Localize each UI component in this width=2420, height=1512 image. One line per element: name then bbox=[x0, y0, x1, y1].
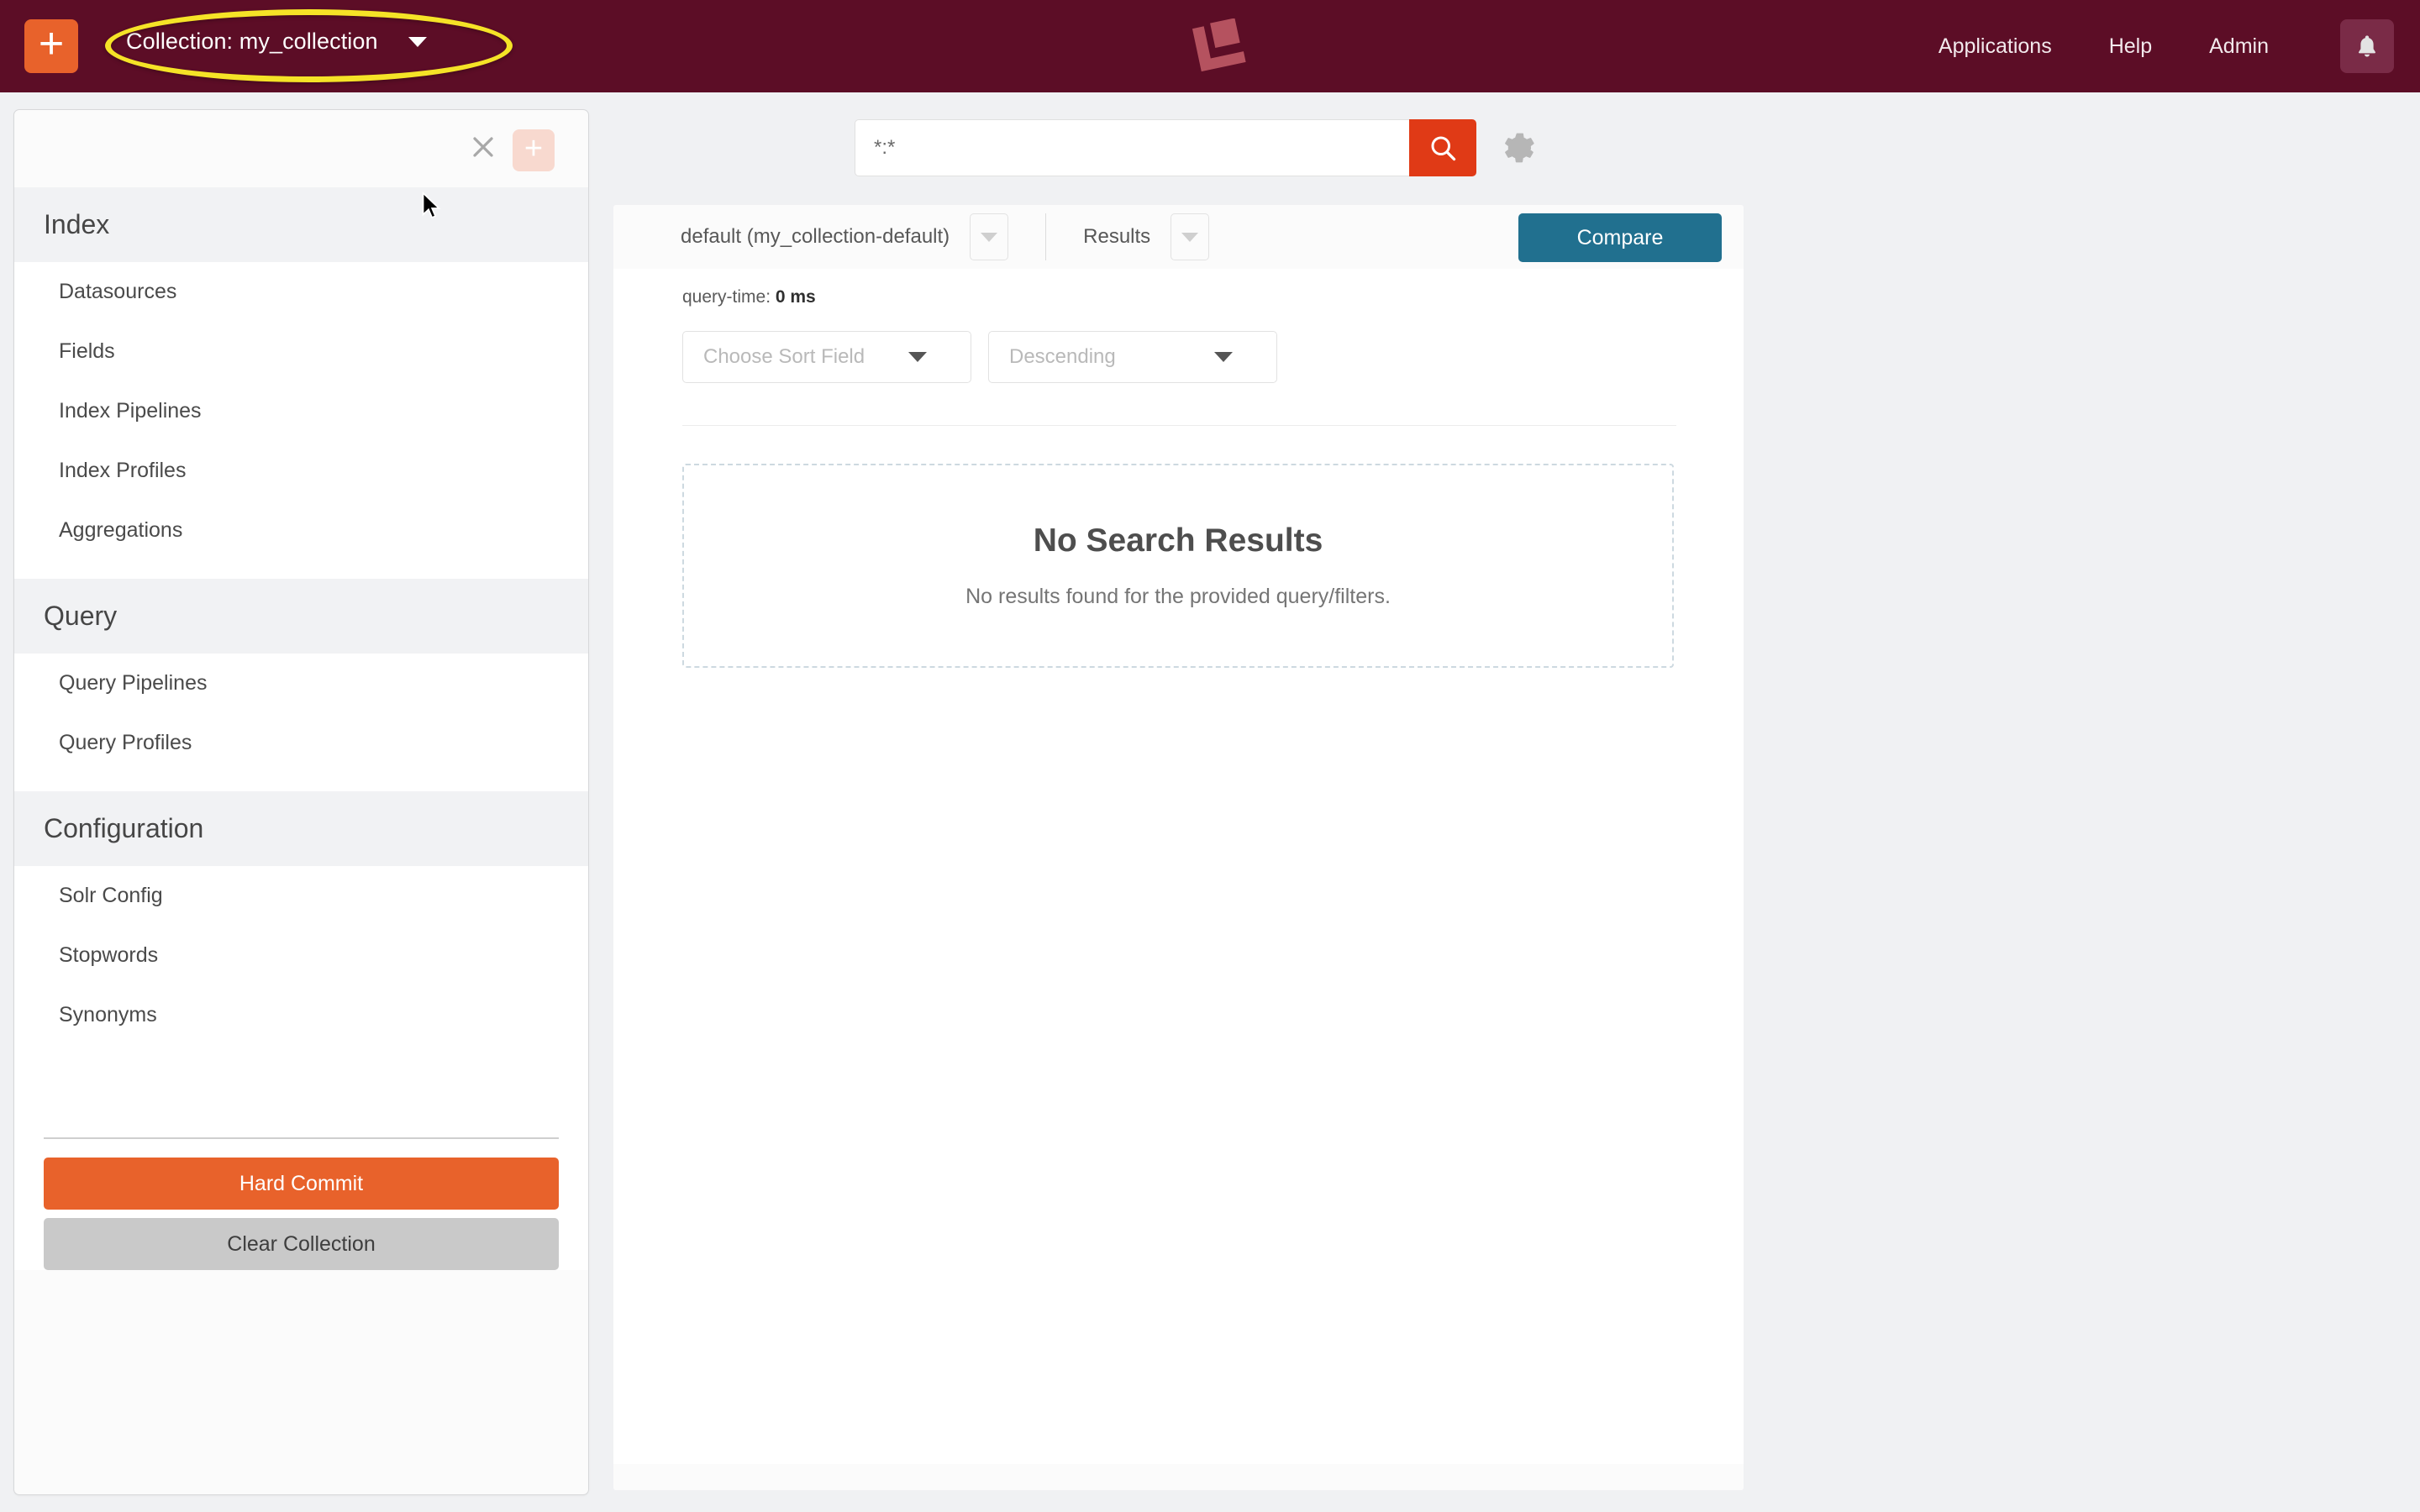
sidebar-section-header-configuration: Configuration bbox=[14, 791, 588, 866]
sort-direction-select[interactable]: Descending bbox=[988, 331, 1277, 383]
sidebar-header: + bbox=[14, 110, 588, 187]
chevron-down-icon bbox=[1214, 352, 1233, 362]
sidebar-item-query-profiles[interactable]: Query Profiles bbox=[14, 713, 588, 773]
compare-button[interactable]: Compare bbox=[1518, 213, 1722, 262]
bell-icon bbox=[2358, 35, 2376, 57]
sidebar-item-fields[interactable]: Fields bbox=[14, 322, 588, 381]
plus-icon: + bbox=[38, 19, 65, 68]
sidebar-close-button[interactable] bbox=[465, 129, 502, 165]
search-bar bbox=[855, 119, 1539, 176]
sidebar-section-body-index: Datasources Fields Index Pipelines Index… bbox=[14, 262, 588, 579]
sidebar-section-header-query: Query bbox=[14, 579, 588, 654]
no-results-title: No Search Results bbox=[1033, 522, 1323, 559]
collection-selector-label: Collection: my_collection bbox=[126, 29, 378, 54]
lucidworks-logo bbox=[1192, 18, 1246, 72]
sidebar-actions: Hard Commit Clear Collection bbox=[14, 1139, 588, 1270]
sort-field-value: Choose Sort Field bbox=[703, 345, 865, 368]
search-submit-button[interactable] bbox=[1409, 119, 1476, 176]
sidebar-item-index-pipelines[interactable]: Index Pipelines bbox=[14, 381, 588, 441]
query-time-value: 0 ms bbox=[775, 287, 816, 307]
notifications-button[interactable] bbox=[2340, 19, 2394, 73]
sort-controls: Choose Sort Field Descending bbox=[682, 331, 1277, 383]
no-results-placeholder: No Search Results No results found for t… bbox=[682, 464, 1674, 668]
collection-sidebar-panel: + Index Datasources Fields Index Pipelin… bbox=[13, 109, 589, 1495]
sidebar-add-button[interactable]: + bbox=[513, 129, 555, 171]
sidebar-item-synonyms[interactable]: Synonyms bbox=[14, 985, 588, 1045]
results-toolbar: default (my_collection-default) Results … bbox=[613, 205, 1744, 269]
nav-links: Applications Help Admin bbox=[1939, 0, 2269, 92]
toolbar-divider bbox=[1045, 213, 1047, 260]
results-view-label: Results bbox=[1083, 225, 1151, 248]
sort-field-select[interactable]: Choose Sort Field bbox=[682, 331, 971, 383]
no-results-subtitle: No results found for the provided query/… bbox=[965, 585, 1391, 608]
sidebar-item-datasources[interactable]: Datasources bbox=[14, 262, 588, 322]
chevron-down-icon bbox=[981, 232, 998, 242]
chevron-down-icon bbox=[908, 352, 927, 362]
plus-icon: + bbox=[523, 131, 544, 166]
sidebar-section-header-index: Index bbox=[14, 187, 588, 262]
sidebar-item-solr-config[interactable]: Solr Config bbox=[14, 866, 588, 926]
results-body: query-time: 0 ms Choose Sort Field Desce… bbox=[613, 269, 1744, 1464]
chevron-down-icon bbox=[1181, 232, 1199, 242]
sidebar-section-body-configuration: Solr Config Stopwords Synonyms bbox=[14, 866, 588, 1045]
sidebar-item-stopwords[interactable]: Stopwords bbox=[14, 926, 588, 985]
nav-link-admin[interactable]: Admin bbox=[2209, 34, 2269, 59]
create-new-button[interactable]: + bbox=[24, 19, 78, 73]
sidebar-item-aggregations[interactable]: Aggregations bbox=[14, 501, 588, 560]
search-results-panel: default (my_collection-default) Results … bbox=[613, 205, 1744, 1490]
sidebar-item-query-pipelines[interactable]: Query Pipelines bbox=[14, 654, 588, 713]
gear-icon bbox=[1505, 133, 1534, 163]
chevron-down-icon bbox=[408, 36, 427, 47]
sidebar-item-index-profiles[interactable]: Index Profiles bbox=[14, 441, 588, 501]
sidebar-section-body-query: Query Pipelines Query Profiles bbox=[14, 654, 588, 791]
search-input[interactable] bbox=[855, 119, 1409, 176]
search-settings-button[interactable] bbox=[1500, 129, 1539, 167]
nav-link-applications[interactable]: Applications bbox=[1939, 34, 2052, 59]
query-time-label: query-time: bbox=[682, 287, 771, 307]
sort-direction-value: Descending bbox=[1009, 345, 1116, 368]
collection-selector[interactable]: Collection: my_collection bbox=[126, 29, 427, 55]
search-icon bbox=[1431, 136, 1456, 161]
section-divider bbox=[682, 425, 1676, 426]
sidebar-spacer bbox=[14, 1045, 588, 1137]
query-profile-dropdown[interactable] bbox=[970, 213, 1009, 260]
results-view-dropdown[interactable] bbox=[1171, 213, 1210, 260]
nav-link-help[interactable]: Help bbox=[2109, 34, 2152, 59]
top-navigation-bar: + Collection: my_collection Applications… bbox=[0, 0, 2420, 92]
hard-commit-button[interactable]: Hard Commit bbox=[44, 1158, 559, 1210]
clear-collection-button[interactable]: Clear Collection bbox=[44, 1218, 559, 1270]
close-icon bbox=[473, 137, 493, 157]
query-time-status: query-time: 0 ms bbox=[682, 287, 816, 307]
query-profile-label: default (my_collection-default) bbox=[681, 225, 950, 248]
